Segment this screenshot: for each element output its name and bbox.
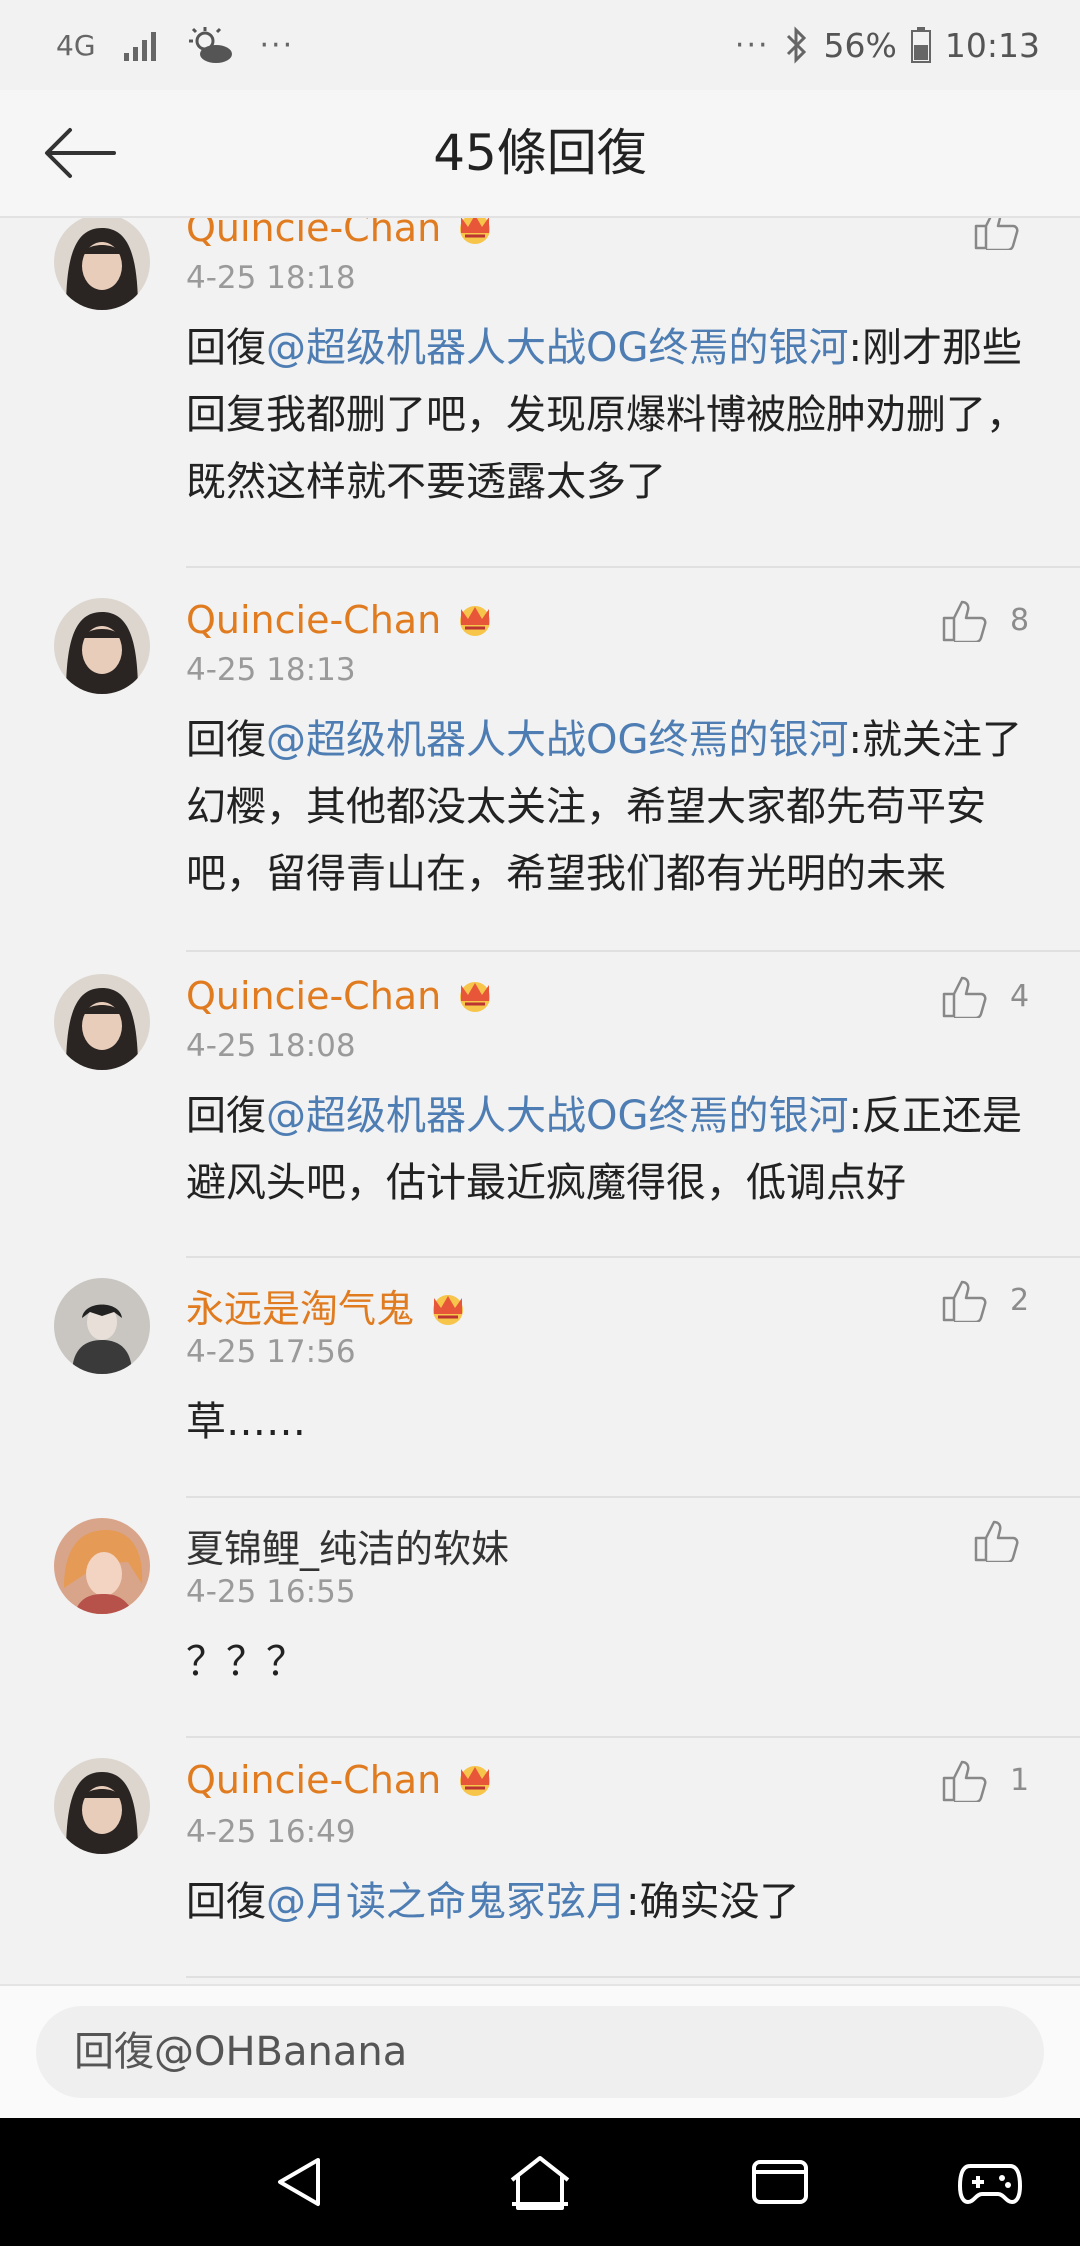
like-count: 2: [1010, 1282, 1030, 1318]
like-button[interactable]: 8: [940, 598, 1029, 642]
mention-link[interactable]: @超级机器人大战OG终焉的银河: [266, 1093, 848, 1139]
nav-recents-button[interactable]: [748, 2150, 812, 2214]
status-more-right: ···: [734, 27, 770, 63]
username[interactable]: Quincie-Chan: [186, 218, 497, 254]
comment-item: Quincie-Chan 4-25 16:49 1 回復@月读之命鬼冢弦月:确实…: [0, 1738, 1080, 1978]
comment-item: Quincie-Chan 4-25 18:18 回復@超级机器人大战OG终焉的银…: [0, 218, 1080, 568]
comment-text: :确实没了: [626, 1879, 800, 1925]
status-more-left: ···: [259, 27, 295, 63]
comment-list[interactable]: Quincie-Chan 4-25 18:18 回復@超级机器人大战OG终焉的银…: [0, 218, 1080, 1984]
header: 45條回復: [0, 90, 1080, 218]
reply-prefix: 回復: [186, 717, 266, 763]
mention-link[interactable]: @超级机器人大战OG终焉的银河: [266, 325, 848, 371]
avatar[interactable]: [54, 1758, 150, 1854]
nav-recents-icon: [752, 2160, 808, 2204]
crown-icon: [453, 218, 497, 254]
clock: 10:13: [944, 25, 1040, 65]
comment-body: 回復@月读之命鬼冢弦月:确实没了: [186, 1869, 1036, 1936]
mention-link[interactable]: @超级机器人大战OG终焉的银河: [266, 717, 848, 763]
nav-home-button[interactable]: [508, 2150, 572, 2214]
nav-home-icon: [510, 2156, 570, 2210]
reply-input[interactable]: 回復@OHBanana: [36, 2006, 1044, 2098]
thumbs-up-icon: [942, 976, 987, 1018]
page-title: 45條回復: [433, 124, 647, 182]
comment-text: 草……: [186, 1399, 306, 1445]
nav-back-button[interactable]: [268, 2150, 332, 2214]
back-button[interactable]: [40, 118, 120, 188]
like-button[interactable]: 4: [940, 974, 1029, 1018]
thumbs-up-icon: [942, 1280, 987, 1322]
username-text[interactable]: 永远是淘气鬼: [186, 1287, 414, 1331]
nav-back-icon: [278, 2158, 320, 2206]
timestamp: 4-25 18:08: [186, 1028, 356, 1064]
crown-icon: [426, 1290, 470, 1335]
crown-icon: [453, 1761, 497, 1806]
network-type: 4G: [56, 28, 96, 62]
status-right: ··· 56% 10:13: [735, 18, 1040, 72]
crown-icon: [453, 601, 497, 646]
username[interactable]: 永远是淘气鬼: [186, 1278, 470, 1335]
comment-item: 夏锦鲤_纯洁的软妹 4-25 16:55 ？？？: [0, 1498, 1080, 1738]
avatar[interactable]: [54, 218, 150, 310]
avatar[interactable]: [54, 974, 150, 1070]
avatar[interactable]: [54, 1278, 150, 1374]
username[interactable]: 夏锦鲤_纯洁的软妹: [186, 1518, 509, 1573]
timestamp: 4-25 16:55: [186, 1574, 356, 1610]
username[interactable]: Quincie-Chan: [186, 598, 497, 646]
mention-link[interactable]: @月读之命鬼冢弦月: [266, 1879, 626, 1925]
comment-item: Quincie-Chan 4-25 18:08 4 回復@超级机器人大战OG终焉…: [0, 952, 1080, 1258]
reply-prefix: 回復: [186, 1093, 266, 1139]
thumbs-up-icon: [974, 1520, 1019, 1562]
battery-percent: 56%: [823, 25, 897, 65]
comment-body: 草……: [186, 1389, 1036, 1456]
weather-icon: [188, 27, 232, 63]
comment-item: 永远是淘气鬼 4-25 17:56 2 草……: [0, 1258, 1080, 1498]
timestamp: 4-25 18:13: [186, 652, 356, 688]
avatar[interactable]: [54, 1518, 150, 1614]
like-count: 8: [1010, 602, 1030, 638]
status-bar: 4G ··· ··· 56% 10:13: [0, 0, 1080, 90]
like-button[interactable]: 2: [940, 1278, 1029, 1322]
comment-item: Quincie-Chan 4-25 18:13 8 回復@超级机器人大战OG终焉…: [0, 576, 1080, 952]
divider: [186, 566, 1080, 568]
comment-body: ？？？: [186, 1629, 1036, 1696]
crown-icon: [453, 977, 497, 1022]
like-button[interactable]: 1: [940, 1758, 1029, 1802]
battery-icon: [910, 27, 931, 63]
like-button[interactable]: [972, 1518, 1020, 1562]
reply-bar: 回復@OHBanana: [0, 1984, 1080, 2120]
thumbs-up-icon: [942, 1760, 987, 1802]
game-controller-icon: [957, 2164, 1023, 2205]
username-text[interactable]: 夏锦鲤_纯洁的软妹: [186, 1527, 509, 1571]
like-count: 4: [1010, 978, 1030, 1014]
username-text[interactable]: Quincie-Chan: [186, 218, 441, 250]
comment-body: 回復@超级机器人大战OG终焉的银河:就关注了幻樱，其他都没太关注，希望大家都先苟…: [186, 707, 1036, 908]
system-nav-bar: [0, 2118, 1080, 2246]
username[interactable]: Quincie-Chan: [186, 1758, 497, 1806]
timestamp: 4-25 16:49: [186, 1814, 356, 1850]
comment-body: 回復@超级机器人大战OG终焉的银河:刚才那些回复我都删了吧，发现原爆料博被脸肿劝…: [186, 315, 1036, 516]
bluetooth-icon: [786, 26, 806, 64]
comment-body: 回復@超级机器人大战OG终焉的银河:反正还是避风头吧，估计最近疯魔得很，低调点好: [186, 1083, 1036, 1217]
thumbs-up-icon: [942, 600, 987, 642]
status-left: 4G ···: [56, 18, 294, 72]
timestamp: 4-25 17:56: [186, 1334, 356, 1370]
username[interactable]: Quincie-Chan: [186, 974, 497, 1022]
like-button[interactable]: [972, 218, 1020, 250]
avatar[interactable]: [54, 598, 150, 694]
back-arrow-icon: [45, 128, 116, 178]
like-count: 1: [1010, 1762, 1030, 1798]
thumbs-up-icon: [974, 218, 1019, 250]
username-text[interactable]: Quincie-Chan: [186, 598, 441, 642]
game-mode-button[interactable]: [957, 2150, 1023, 2214]
reply-prefix: 回復: [186, 1879, 266, 1925]
reply-prefix: 回復: [186, 325, 266, 371]
username-text[interactable]: Quincie-Chan: [186, 1758, 441, 1802]
signal-icon: [123, 32, 156, 61]
username-text[interactable]: Quincie-Chan: [186, 974, 441, 1018]
comment-text: ？？？: [186, 1639, 306, 1685]
timestamp: 4-25 18:18: [186, 260, 356, 296]
